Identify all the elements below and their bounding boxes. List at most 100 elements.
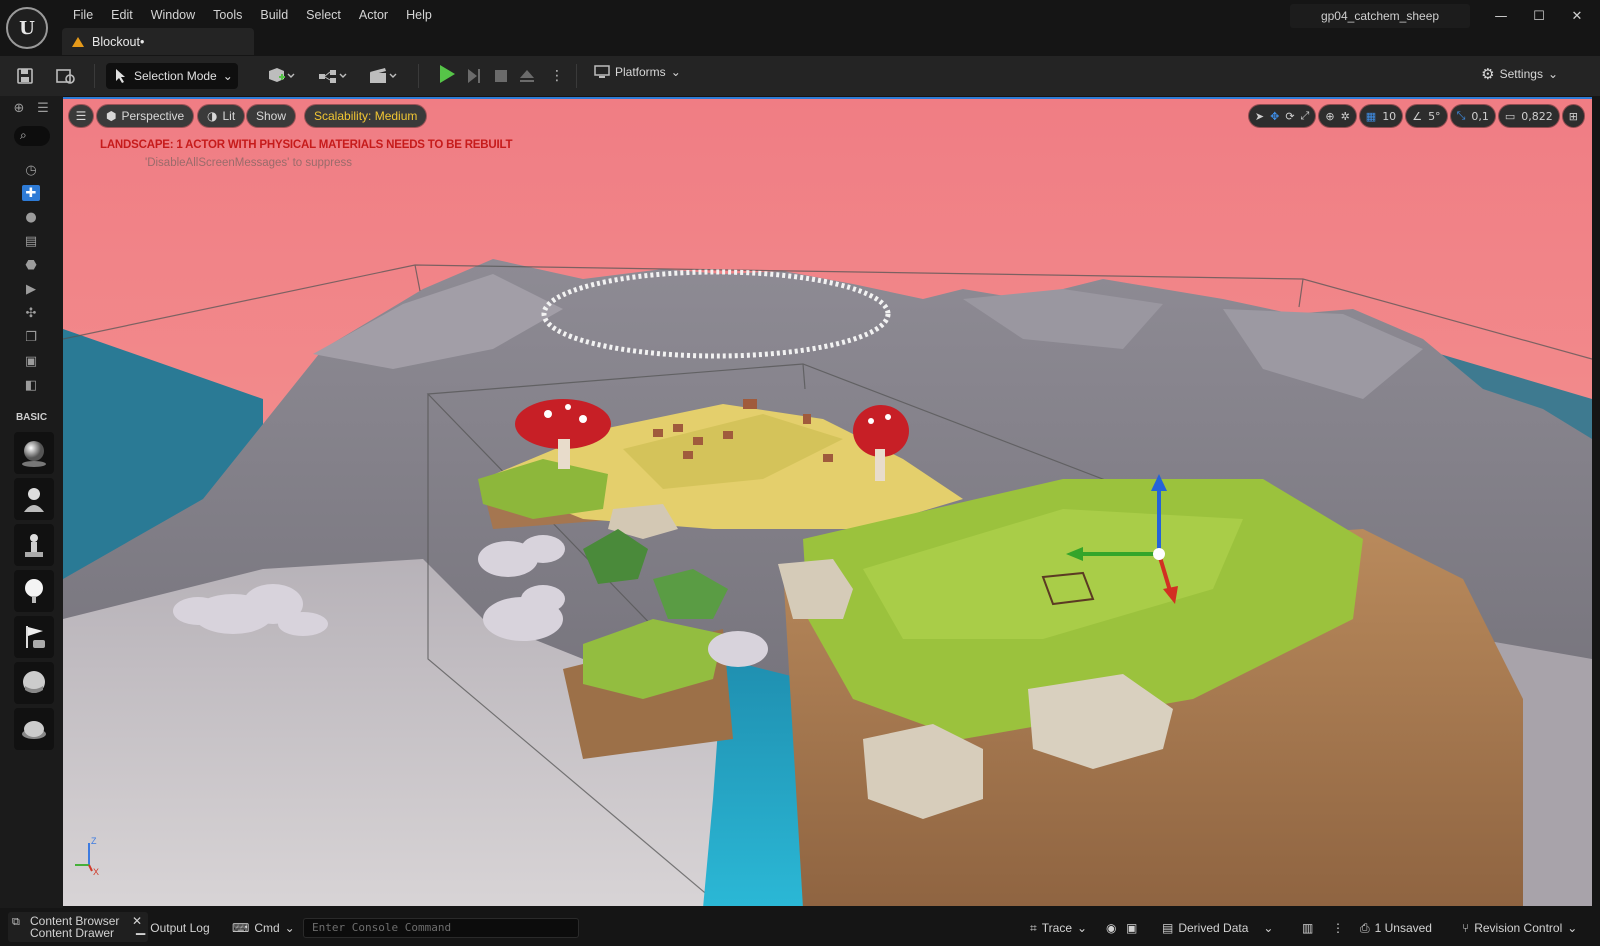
camera-speed-value: 0,822 [1521,109,1553,123]
recent-icon[interactable]: ◷ [22,162,40,178]
unsaved-label: 1 Unsaved [1374,921,1432,935]
content-browser-tab[interactable]: ⧉ Content Browser Content Drawer ✕ [8,912,148,942]
point-light-button[interactable] [14,570,54,612]
visual-effects-icon[interactable]: ⬣ [22,257,40,273]
rotation-snap-group[interactable]: ∠ 5° [1406,105,1447,127]
record-icon[interactable]: ◉ [1106,920,1116,936]
chevron-down-icon: ⌄ [1567,921,1578,935]
level-viewport[interactable]: ☰ ⬢ Perspective ◑ Lit Show Scalability: … [63,97,1592,906]
list-view-icon[interactable]: ☰ [34,100,52,116]
cube-view-icon: ⬢ [106,109,117,123]
menu-file[interactable]: File [64,6,102,24]
scalability-button[interactable]: Scalability: Medium [305,105,427,127]
empty-actor-button[interactable] [14,432,54,474]
camera-icon: ▭ [1504,109,1516,123]
grid-snap-group[interactable]: ▦ 10 [1359,105,1403,127]
light-bulb-icon [25,579,43,603]
maximize-button[interactable]: ☐ [1524,6,1554,28]
add-actor-icon[interactable] [266,65,296,87]
menu-window[interactable]: Window [142,6,204,24]
shapes-icon[interactable]: ▣ [22,353,40,369]
menu-actor[interactable]: Actor [350,6,397,24]
logo-text: U [19,17,35,39]
menu-edit[interactable]: Edit [102,6,142,24]
browse-level-icon[interactable] [56,65,76,87]
output-log-button[interactable]: ▁ Output Log [136,920,210,936]
cinematics-icon[interactable] [368,65,400,87]
menu-build[interactable]: Build [251,6,297,24]
geometry-icon[interactable]: ▶ [22,281,40,297]
maximize-viewport-button[interactable]: ⊞ [1562,105,1584,127]
menu-help[interactable]: Help [397,6,441,24]
title-bar: U File Edit Window Tools Build Select Ac… [0,0,1600,56]
search-box[interactable]: ⌕ [14,126,50,146]
warning-icon [72,36,84,47]
eject-icon[interactable] [519,65,535,87]
rotate-icon[interactable]: ⟳ [1285,110,1294,123]
screenshot-icon[interactable]: ▣ [1126,920,1137,936]
cinematic-category-icon[interactable]: ▤ [22,233,40,249]
viewport-transform-tools: ➤ ✥ ⟳ ⤢ ⊕ ✲ ▦ 10 ∠ 5° ⤡ 0,1 ▭ 0,822 ⊞ [1248,105,1584,127]
platforms-dropdown[interactable]: Platforms ⌄ [594,65,681,79]
play-options-icon[interactable]: ⋮ [550,65,564,87]
terminal-icon: ⌨ [232,921,250,935]
play-button[interactable] [440,65,455,83]
scale-snap-icon: ⤡ [1456,109,1466,122]
settings-dropdown[interactable]: ⚙ Settings ⌄ [1481,65,1558,83]
perspective-button[interactable]: ⬢ Perspective [97,105,194,127]
surface-snap-icon[interactable]: ✲ [1341,110,1350,123]
all-classes-icon[interactable]: ❐ [22,329,40,345]
cmd-dropdown[interactable]: ⌨ Cmd ⌄ [232,920,295,936]
scalability-label: Scalability: Medium [314,109,418,123]
more-options-icon[interactable]: ⋮ [1332,920,1344,936]
volumes-icon[interactable]: ✣ [22,305,40,321]
cube-button[interactable] [14,662,54,704]
scale-icon[interactable]: ⤢ [1301,109,1310,123]
sphere-button[interactable] [14,708,54,750]
selection-mode-dropdown[interactable]: Selection Mode ⌄ [106,63,238,89]
stop-icon[interactable] [494,65,508,87]
menu-tools[interactable]: Tools [204,6,251,24]
close-window-button[interactable]: ✕ [1562,6,1592,28]
basic-category-icon[interactable]: ✚ [22,185,40,201]
coordinate-space-group: ⊕ ✲ [1319,105,1356,127]
player-start-button[interactable] [14,616,54,658]
character-button[interactable] [14,478,54,520]
gear-icon: ⚙ [1481,65,1495,83]
chevron-down-icon: ⌄ [222,69,233,83]
unsaved-button[interactable]: ⎙ 1 Unsaved [1360,920,1432,936]
menu-bar: File Edit Window Tools Build Select Acto… [64,6,441,24]
output-log-label: Output Log [150,921,210,935]
lit-button[interactable]: ◑ Lit [198,105,245,127]
derived-data-dropdown[interactable]: ▤ Derived Data ⌄ [1162,920,1273,936]
place-actors-icon[interactable]: ⊕ [10,100,28,116]
unreal-logo-icon[interactable]: U [6,7,48,49]
lights-icon[interactable]: ● [22,209,40,225]
revision-control-dropdown[interactable]: ⑂ Revision Control ⌄ [1462,920,1577,936]
toolbar-separator [576,64,577,88]
misc-icon[interactable]: ◧ [22,377,40,393]
show-button[interactable]: Show [247,105,296,127]
scale-snap-group[interactable]: ⤡ 0,1 [1450,105,1495,127]
main-toolbar: Selection Mode ⌄ ⋮ Platforms ⌄ ⚙ Setting… [0,56,1600,96]
viewport-options-button[interactable]: ☰ [69,105,93,127]
save-icon[interactable] [16,65,34,87]
settings-label: Settings [1499,67,1543,81]
camera-speed-group[interactable]: ▭ 0,822 [1498,105,1559,127]
pawn-button[interactable] [14,524,54,566]
translate-icon[interactable]: ✥ [1270,110,1279,123]
minimize-button[interactable]: — [1486,6,1516,28]
scene-render[interactable] [63,99,1592,906]
select-arrow-icon[interactable]: ➤ [1255,110,1264,123]
trace-dropdown[interactable]: ⌗ Trace ⌄ [1030,920,1087,936]
menu-select[interactable]: Select [297,6,350,24]
level-tab[interactable]: Blockout• [62,28,254,55]
world-globe-icon[interactable]: ⊕ [1325,110,1334,123]
console-command-input[interactable]: Enter Console Command [303,918,579,938]
cursor-icon [116,69,125,83]
blueprint-icon[interactable] [318,65,350,87]
advance-frame-icon[interactable] [466,65,482,87]
level-tab-label: Blockout• [92,34,145,49]
bars-icon[interactable]: ▥ [1302,920,1313,936]
content-drawer-label: Content Drawer [30,926,115,940]
